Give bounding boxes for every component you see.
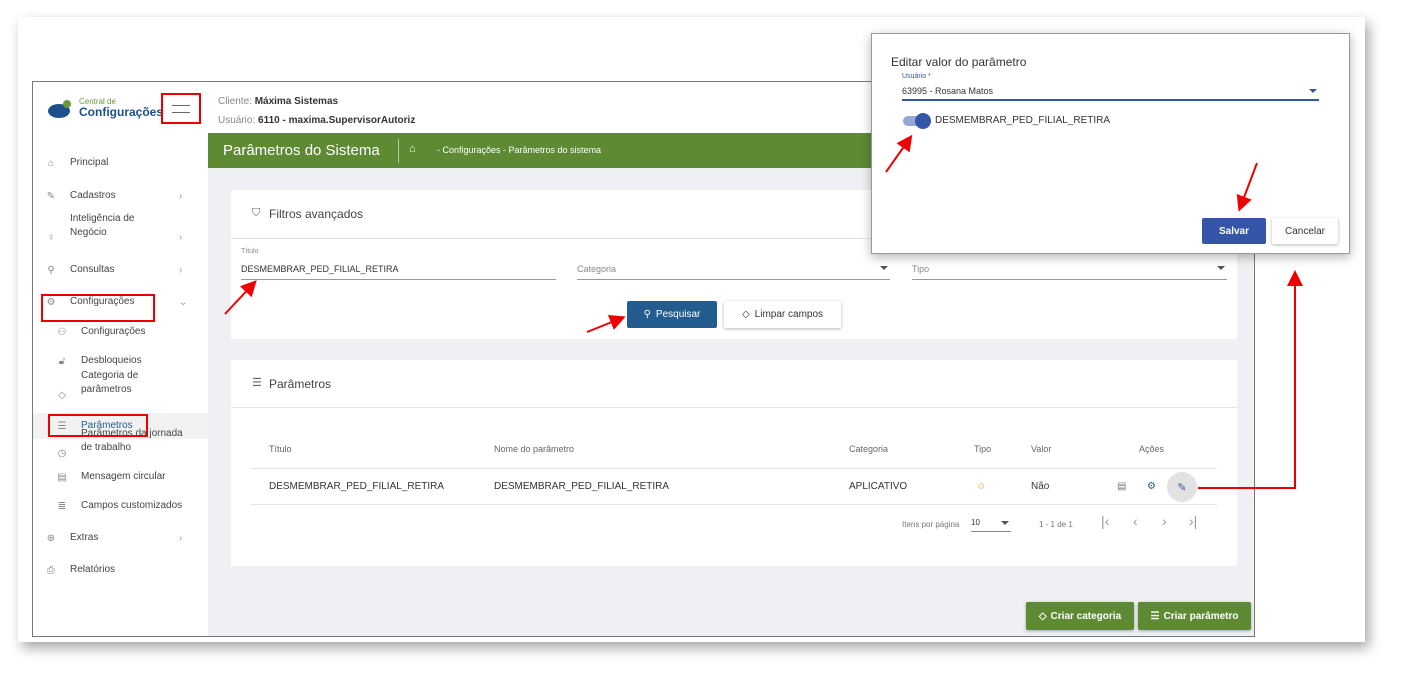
bulb-icon: ♀ bbox=[47, 232, 55, 243]
column-header[interactable]: Categoria bbox=[849, 444, 888, 454]
toggle-label: DESMEMBRAR_PED_FILIAL_RETIRA bbox=[935, 115, 1111, 126]
clear-fields-button[interactable]: ◇ Limpar campos bbox=[724, 301, 841, 328]
first-page-button[interactable]: |‹ bbox=[1101, 513, 1109, 529]
home-icon[interactable]: ⌂ bbox=[409, 143, 416, 155]
categoria-select[interactable]: Categoria bbox=[577, 260, 890, 280]
search-icon: ⚲ bbox=[643, 309, 651, 320]
column-header: Ações bbox=[1139, 444, 1165, 454]
tag-icon: ◇ bbox=[58, 390, 66, 401]
edit-icon: ✎ bbox=[46, 190, 56, 202]
filters-title: Filtros avançados bbox=[269, 207, 364, 221]
list-icon: ☰ bbox=[252, 377, 262, 389]
settings-action-icon[interactable]: ⚙ bbox=[1147, 481, 1156, 492]
group-icon: ⚇ bbox=[57, 326, 67, 338]
cancel-button[interactable]: Cancelar bbox=[1272, 218, 1338, 244]
user-type-icon: ☺ bbox=[976, 481, 987, 492]
next-page-button[interactable]: › bbox=[1162, 513, 1167, 529]
user-name: 6110 - maxima.SupervisorAutoriz bbox=[258, 115, 416, 126]
breadcrumb: - Configurações - Parâmetros do sistema bbox=[437, 145, 602, 155]
save-button[interactable]: Salvar bbox=[1202, 218, 1266, 244]
dialog-title: Editar valor do parâmetro bbox=[891, 55, 1027, 69]
edit-parameter-dialog: Editar valor do parâmetro Usuário * 6399… bbox=[871, 33, 1350, 254]
hamburger-menu-button[interactable] bbox=[161, 93, 201, 124]
tipo-select[interactable]: Tipo bbox=[912, 260, 1227, 280]
parameter-toggle[interactable] bbox=[903, 113, 931, 129]
cloud-logo-icon bbox=[48, 100, 71, 118]
message-action-icon[interactable]: ▤ bbox=[1117, 481, 1126, 492]
column-header[interactable]: Título bbox=[269, 444, 292, 454]
lock-icon: 🔓︎ bbox=[58, 355, 66, 367]
tag-icon: ◇ bbox=[1038, 610, 1047, 622]
list-icon: ☰ bbox=[1150, 610, 1160, 622]
message-icon: ▤ bbox=[57, 471, 67, 483]
sidebar: ⌂ Principal ✎ Cadastros › ♀ Inteligência de … bbox=[33, 133, 208, 636]
user-info: Cliente: Máxima Sistemas Usuário: 6110 -… bbox=[218, 96, 416, 126]
filter-icon: ⛉ bbox=[252, 207, 261, 219]
annotation-box bbox=[48, 414, 148, 437]
create-parameter-button[interactable]: ☰ Criar parâmetro bbox=[1138, 602, 1251, 630]
last-page-button[interactable]: ›| bbox=[1189, 513, 1197, 529]
client-name: Máxima Sistemas bbox=[254, 96, 339, 107]
eraser-icon: ◇ bbox=[741, 309, 750, 320]
edit-action-button[interactable]: ✎ bbox=[1167, 472, 1197, 502]
annotation-box bbox=[41, 294, 155, 322]
logo: Central de Configurações bbox=[47, 97, 163, 119]
logo-line2: Configurações bbox=[79, 105, 164, 119]
search-icon: ⚲ bbox=[47, 264, 55, 276]
titulo-input[interactable]: Título DESMEMBRAR_PED_FILIAL_RETIRA bbox=[241, 248, 556, 280]
column-header: Valor bbox=[1031, 444, 1052, 454]
create-category-button[interactable]: ◇ Criar categoria bbox=[1026, 602, 1134, 630]
clock-icon: ◷ bbox=[57, 448, 67, 459]
fields-icon: ≣ bbox=[57, 500, 67, 512]
usuario-select[interactable]: Usuário * 63995 - Rosana Matos bbox=[902, 73, 1319, 101]
home-icon: ⌂ bbox=[47, 157, 55, 169]
plus-circle-icon: ⊕ bbox=[46, 532, 56, 544]
parameters-card: ☰ Parâmetros Título Nome do parâmetro Ca… bbox=[231, 360, 1237, 566]
column-header: Tipo bbox=[974, 444, 992, 454]
search-button[interactable]: ⚲ Pesquisar bbox=[627, 301, 717, 328]
print-icon: ⎙ bbox=[47, 564, 55, 576]
items-per-page-select[interactable]: 10 bbox=[971, 516, 1011, 532]
page-title: Parâmetros do Sistema bbox=[223, 142, 380, 159]
parameters-title: Parâmetros bbox=[269, 377, 332, 391]
prev-page-button[interactable]: ‹ bbox=[1133, 513, 1138, 529]
column-header[interactable]: Nome do parâmetro bbox=[494, 444, 574, 454]
